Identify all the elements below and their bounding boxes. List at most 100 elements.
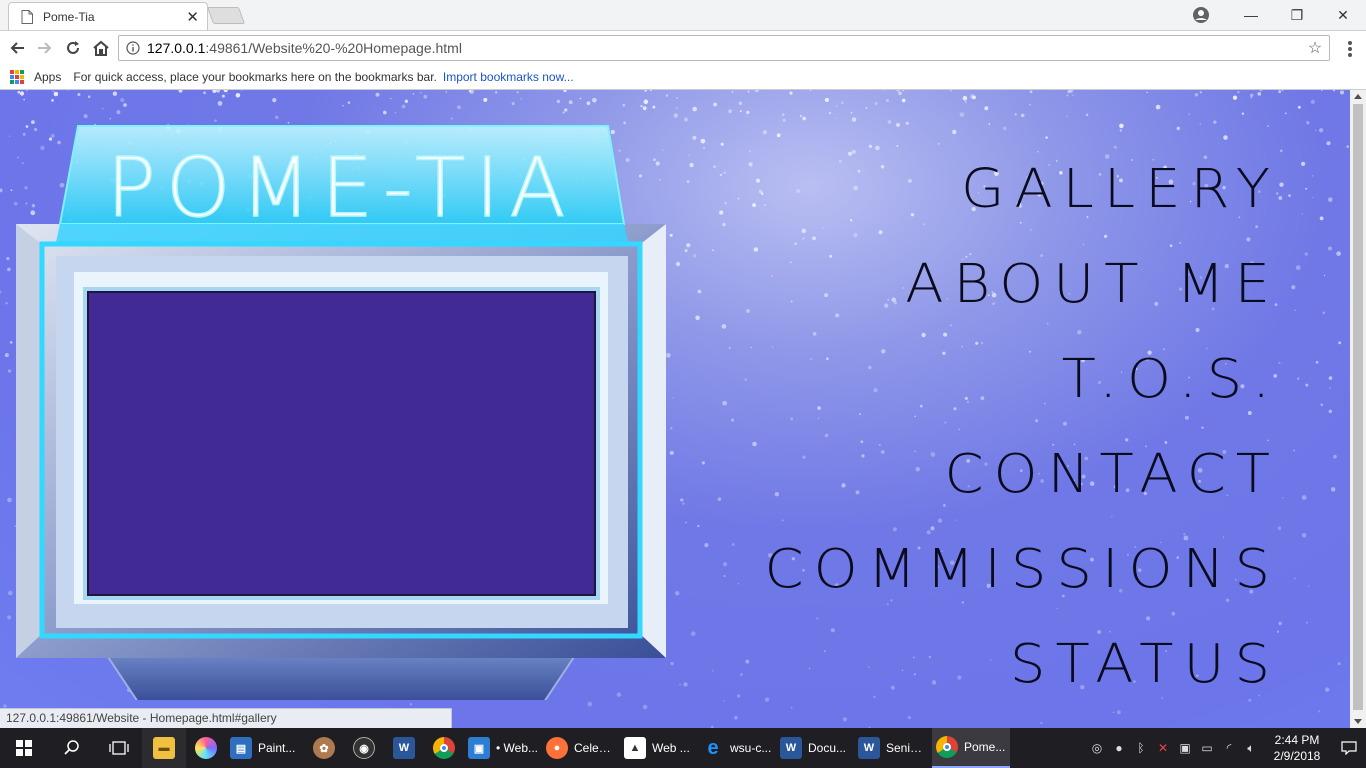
star-particle xyxy=(1223,135,1228,140)
star-particle xyxy=(1072,94,1074,96)
profile-icon[interactable] xyxy=(1192,6,1210,24)
taskbar-app-image[interactable]: ▲ Web ... xyxy=(620,728,698,768)
star-particle xyxy=(109,117,112,120)
star-particle xyxy=(683,682,688,687)
taskbar-app-edge[interactable]: e wsu-c... xyxy=(698,728,776,768)
site-logo[interactable]: POME-TIA xyxy=(106,140,576,237)
info-icon[interactable] xyxy=(119,41,147,55)
star-particle xyxy=(9,341,13,344)
clock-date: 2/9/2018 xyxy=(1273,749,1321,763)
volume-icon[interactable]: 🔈︎ xyxy=(1240,728,1262,768)
battery-icon[interactable]: ▭ xyxy=(1196,728,1218,768)
star-particle xyxy=(52,90,54,93)
taskbar-app-obs[interactable]: ◉ xyxy=(344,728,384,768)
restore-icon[interactable]: ❐ xyxy=(1274,0,1320,30)
star-particle xyxy=(101,107,104,110)
tray-app-icon[interactable]: ● xyxy=(1108,728,1130,768)
taskbar-app-chrome[interactable] xyxy=(424,728,464,768)
browser-tab[interactable]: Pome-Tia ✕ xyxy=(8,2,208,30)
url-host: 127.0.0.1 xyxy=(147,40,206,56)
star-particle xyxy=(217,101,223,106)
apps-icon[interactable] xyxy=(10,69,24,84)
word-icon: W xyxy=(780,737,802,759)
star-particle xyxy=(887,120,892,124)
menu-icon[interactable] xyxy=(1348,41,1352,57)
star-particle xyxy=(275,115,279,119)
star-particle xyxy=(26,90,28,91)
url-path: :49861/Website%20-%20Homepage.html xyxy=(205,40,462,56)
star-particle xyxy=(720,142,724,146)
reload-icon[interactable] xyxy=(62,37,84,59)
scroll-down-icon[interactable] xyxy=(1354,719,1362,724)
search-icon[interactable] xyxy=(48,728,96,768)
window-controls: — ❐ ✕ xyxy=(1228,0,1366,30)
page-icon xyxy=(21,9,33,24)
home-icon[interactable] xyxy=(90,37,112,59)
star-particle xyxy=(670,427,673,430)
steam-icon[interactable]: ◎ xyxy=(1086,728,1108,768)
url-text: 127.0.0.1:49861/Website%20-%20Homepage.h… xyxy=(147,40,1301,56)
star-particle xyxy=(1327,246,1333,251)
star-particle xyxy=(1237,90,1240,94)
taskbar-app-web[interactable]: ▣ • Web... xyxy=(464,728,542,768)
obs-icon: ◉ xyxy=(353,737,375,759)
taskbar-app-paint[interactable]: ▤ Paint... xyxy=(226,728,304,768)
star-particle xyxy=(802,116,806,121)
star-particle xyxy=(516,91,519,94)
taskbar-app-firefox[interactable]: ● Celest... xyxy=(542,728,620,768)
star-particle xyxy=(643,99,649,105)
notifications-icon[interactable] xyxy=(1332,728,1366,768)
taskbar-app-chrome-pome[interactable]: Pome... xyxy=(932,728,1010,768)
taskbar-app-word[interactable]: W xyxy=(384,728,424,768)
wifi-icon[interactable]: ◜ xyxy=(1218,728,1240,768)
star-particle xyxy=(1267,125,1269,128)
nav-contact[interactable]: CONTACT xyxy=(944,429,1280,519)
color-picker-icon[interactable] xyxy=(186,728,226,768)
chrome-icon xyxy=(936,736,958,758)
import-bookmarks-link[interactable]: Import bookmarks now... xyxy=(443,70,574,84)
star-particle xyxy=(587,701,593,707)
star-particle xyxy=(1318,128,1324,133)
scroll-thumb[interactable] xyxy=(1353,104,1363,710)
star-particle xyxy=(972,95,976,100)
bookmark-star-icon[interactable]: ☆ xyxy=(1301,38,1329,58)
security-icon[interactable]: ✕ xyxy=(1152,728,1174,768)
star-particle xyxy=(886,99,889,102)
forward-icon[interactable] xyxy=(34,37,56,59)
minimize-icon[interactable]: — xyxy=(1228,0,1274,30)
display-icon[interactable]: ▣ xyxy=(1174,728,1196,768)
start-icon[interactable] xyxy=(0,728,48,768)
page-scrollbar[interactable] xyxy=(1350,90,1366,728)
back-icon[interactable] xyxy=(6,37,28,59)
taskbar-app-word-senior[interactable]: W Senior... xyxy=(854,728,932,768)
star-particle xyxy=(723,699,725,702)
star-particle xyxy=(874,102,878,105)
star-particle xyxy=(776,133,781,138)
apps-link[interactable]: Apps xyxy=(34,70,61,84)
star-particle xyxy=(781,113,785,116)
scroll-up-icon[interactable] xyxy=(1354,94,1362,99)
star-particle xyxy=(683,117,688,122)
clock[interactable]: 2:44 PM 2/9/2018 xyxy=(1262,732,1332,764)
close-window-icon[interactable]: ✕ xyxy=(1320,0,1366,30)
star-particle xyxy=(721,324,727,329)
nav-tos[interactable]: T.O.S. xyxy=(1062,334,1280,424)
bluetooth-icon[interactable]: ᛒ xyxy=(1130,728,1152,768)
close-tab-icon[interactable]: ✕ xyxy=(186,8,199,26)
star-particle xyxy=(1199,122,1202,125)
star-particle xyxy=(1002,126,1007,131)
nav-status[interactable]: STATUS xyxy=(1010,619,1280,709)
nav-about-me[interactable]: ABOUT ME xyxy=(905,239,1280,329)
star-particle xyxy=(703,147,705,149)
nav-commissions[interactable]: COMMISSIONS xyxy=(765,524,1280,614)
new-tab-button[interactable] xyxy=(206,7,246,24)
task-view-icon[interactable] xyxy=(96,728,142,768)
star-particle xyxy=(701,461,705,465)
star-particle xyxy=(755,178,761,183)
star-particle xyxy=(1020,113,1025,118)
nav-gallery[interactable]: GALLERY xyxy=(961,144,1280,234)
taskbar-app-word-doc[interactable]: W Docu... xyxy=(776,728,854,768)
file-explorer-icon[interactable]: ▬ xyxy=(142,728,186,768)
address-bar[interactable]: 127.0.0.1:49861/Website%20-%20Homepage.h… xyxy=(118,35,1330,61)
taskbar-app-mushroom[interactable]: ✿ xyxy=(304,728,344,768)
